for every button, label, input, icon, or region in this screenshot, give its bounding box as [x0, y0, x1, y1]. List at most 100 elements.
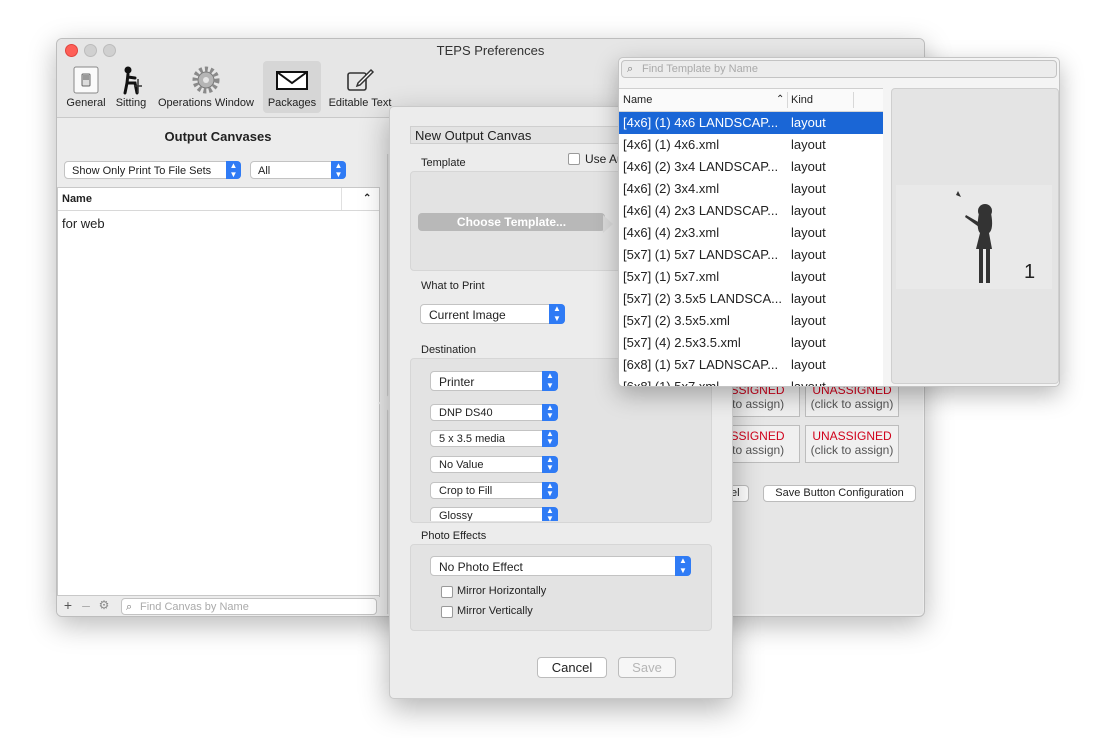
crop-popup[interactable]: Crop to Fill ▲ ▼	[430, 482, 558, 499]
toolbar-operations-window[interactable]: Operations Window	[153, 61, 259, 113]
toolbar-sitting[interactable]: Sitting	[111, 61, 151, 113]
template-name: [4x6] (4) 2x3 LANDSCAP...	[623, 203, 779, 218]
canvas-scope-popup[interactable]: All ▲ ▼	[250, 161, 346, 179]
crop-value: Crop to Fill	[439, 485, 493, 497]
save-button[interactable]: Save	[618, 657, 676, 678]
toolbar-label: General	[66, 97, 106, 109]
template-name: [4x6] (2) 3x4.xml	[623, 181, 720, 196]
template-name: [4x6] (4) 2x3.xml	[623, 225, 720, 240]
list-header[interactable]: Name ⌃	[58, 188, 379, 211]
assign-hint: (click to assign)	[810, 397, 894, 411]
chevron-updown-icon: ▲ ▼	[542, 456, 558, 473]
chevron-updown-icon: ▲ ▼	[331, 161, 346, 179]
template-row[interactable]: [6x8] (1) 5x7 LADNSCAP... layout	[619, 354, 883, 376]
template-row[interactable]: [4x6] (2) 3x4 LANDSCAP... layout	[619, 156, 883, 178]
template-name: [5x7] (2) 3.5x5 LANDSCA...	[623, 291, 782, 306]
template-row[interactable]: [5x7] (2) 3.5x5.xml layout	[619, 310, 883, 332]
name-column-header[interactable]: Name	[62, 188, 92, 210]
chevron-updown-icon: ▲ ▼	[542, 482, 558, 499]
mirror-vertically-checkbox[interactable]	[441, 606, 453, 618]
kind-column-header[interactable]: Kind	[791, 89, 813, 111]
sort-chevron-icon[interactable]: ⌃	[363, 188, 371, 210]
template-row[interactable]: [4x6] (1) 4x6 LANDSCAP... layout	[619, 112, 883, 134]
canvas-search-field[interactable]: ⌕ Find Canvas by Name	[121, 598, 377, 615]
girl-silhouette-icon	[956, 191, 993, 283]
name-column-header[interactable]: Name	[623, 89, 652, 111]
template-row[interactable]: [5x7] (2) 3.5x5 LANDSCA... layout	[619, 288, 883, 310]
what-to-print-popup[interactable]: Current Image ▲ ▼	[420, 304, 565, 324]
template-row[interactable]: [4x6] (4) 2x3 LANDSCAP... layout	[619, 200, 883, 222]
template-row[interactable]: [5x7] (1) 5x7 LANDSCAP... layout	[619, 244, 883, 266]
choose-template-button[interactable]: Choose Template...	[418, 213, 605, 231]
template-row[interactable]: [4x6] (1) 4x6.xml layout	[619, 134, 883, 156]
value-popup[interactable]: No Value ▲ ▼	[430, 456, 558, 473]
media-popup[interactable]: 5 x 3.5 media ▲ ▼	[430, 430, 558, 447]
template-row[interactable]: [4x6] (4) 2x3.xml layout	[619, 222, 883, 244]
gear-icon	[192, 66, 220, 94]
chevron-updown-icon: ▲ ▼	[542, 404, 558, 421]
template-group: Choose Template...	[410, 171, 622, 271]
canvas-scope-value: All	[258, 165, 271, 177]
template-kind: layout	[791, 115, 826, 130]
toolbar-label: Operations Window	[158, 97, 254, 109]
photo-effect-popup[interactable]: No Photo Effect ▲ ▼	[430, 556, 691, 576]
template-kind: layout	[791, 225, 826, 240]
template-table-header[interactable]: Name ⌃ Kind	[619, 89, 883, 112]
template-row[interactable]: [5x7] (4) 2.5x3.5.xml layout	[619, 332, 883, 354]
canvas-filter-value: Show Only Print To File Sets	[72, 165, 212, 177]
finish-popup[interactable]: Glossy ▲ ▼	[430, 507, 558, 521]
chevron-updown-icon: ▲ ▼	[226, 161, 241, 179]
toolbar-general[interactable]: General	[61, 61, 111, 113]
template-name: [5x7] (4) 2.5x3.5.xml	[623, 335, 741, 350]
template-search-placeholder: Find Template by Name	[642, 63, 758, 75]
add-canvas-button[interactable]: +	[60, 598, 76, 614]
switch-icon	[73, 66, 99, 94]
sort-chevron-icon[interactable]: ⌃	[776, 89, 784, 111]
template-row[interactable]: [4x6] (2) 3x4.xml layout	[619, 178, 883, 200]
printer-value: DNP DS40	[439, 407, 493, 419]
remove-canvas-button[interactable]: –	[78, 598, 94, 614]
use-auto-checkbox[interactable]	[568, 153, 580, 165]
template-kind: layout	[791, 247, 826, 262]
template-name: [5x7] (2) 3.5x5.xml	[623, 313, 730, 328]
template-name: [6x8] (1) 5x7 LADNSCAP...	[623, 357, 779, 372]
template-table[interactable]: Name ⌃ Kind [4x6] (1) 4x6 LANDSCAP... lay…	[619, 88, 883, 387]
template-row[interactable]: [6x8] (1) 5x7.xml layout	[619, 376, 883, 387]
cancel-button[interactable]: Cancel	[537, 657, 607, 678]
unassigned-label: UNASSIGNED	[812, 429, 892, 443]
template-kind: layout	[791, 313, 826, 328]
canvas-name-field[interactable]: New Output Canvas	[410, 126, 640, 144]
template-row[interactable]: [5x7] (1) 5x7.xml layout	[619, 266, 883, 288]
canvas-filter-popup[interactable]: Show Only Print To File Sets ▲ ▼	[64, 161, 241, 179]
envelope-icon	[276, 71, 308, 90]
canvas-list[interactable]: Name ⌃ for web	[57, 187, 380, 597]
output-canvases-title: Output Canvases	[164, 129, 272, 144]
search-icon: ⌕	[126, 601, 133, 613]
template-kind: layout	[791, 203, 826, 218]
canvas-list-toolbar: + – ⚙ ⌕ Find Canvas by Name	[57, 595, 379, 616]
what-to-print-value: Current Image	[429, 308, 506, 322]
template-kind: layout	[791, 159, 826, 174]
destination-value: Printer	[439, 375, 475, 389]
template-kind: layout	[791, 357, 826, 372]
sitting-person-icon	[123, 66, 142, 95]
chevron-updown-icon: ▲ ▼	[542, 507, 558, 521]
canvas-search-placeholder: Find Canvas by Name	[140, 601, 249, 613]
action-gear-icon[interactable]: ⚙	[96, 598, 112, 614]
mirror-horizontally-checkbox[interactable]	[441, 586, 453, 598]
toolbar-packages[interactable]: Packages	[263, 61, 321, 113]
template-search-field[interactable]: ⌕ Find Template by Name	[621, 60, 1057, 78]
save-button-configuration[interactable]: Save Button Configuration	[763, 485, 916, 502]
destination-popup[interactable]: Printer ▲ ▼	[430, 371, 558, 391]
list-item[interactable]: for web	[62, 216, 105, 231]
assign-hint: (click to assign)	[810, 443, 894, 457]
finish-popup-clip: Glossy ▲ ▼	[430, 507, 558, 521]
template-kind: layout	[791, 379, 826, 387]
toolbar-editable-text[interactable]: Editable Text	[323, 61, 397, 113]
template-picker-popover: ⌕ Find Template by Name Name ⌃ Kind [4x6…	[618, 57, 1060, 387]
chevron-updown-icon: ▲ ▼	[542, 371, 558, 391]
unassigned-slot-4[interactable]: UNASSIGNED (click to assign)	[805, 425, 899, 463]
printer-popup[interactable]: DNP DS40 ▲ ▼	[430, 404, 558, 421]
photo-effects-label: Photo Effects	[421, 530, 487, 542]
search-icon: ⌕	[627, 63, 634, 75]
